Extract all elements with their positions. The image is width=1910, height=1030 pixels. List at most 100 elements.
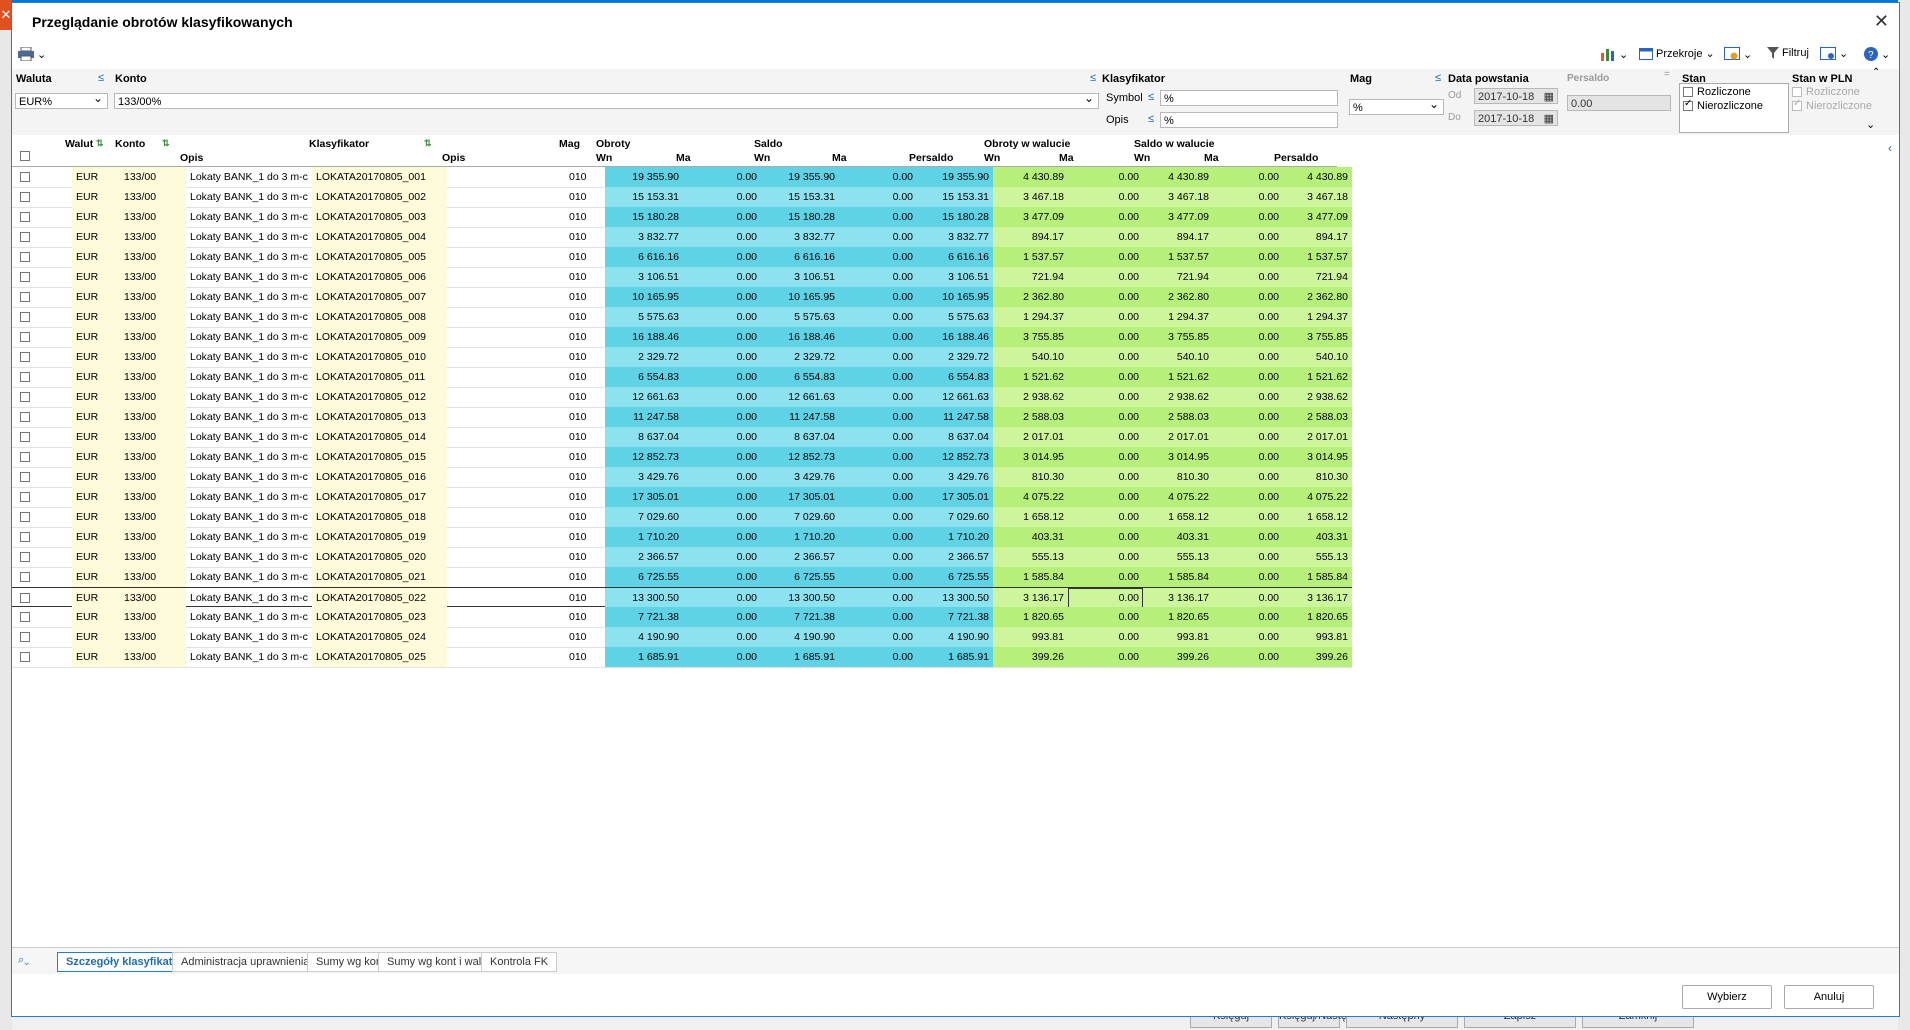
waluta-cell[interactable]: EUR	[72, 167, 120, 187]
saldo-wn-cell[interactable]: 5 575.63	[761, 307, 839, 327]
persaldo-cell[interactable]: 3 429.76	[917, 467, 993, 487]
obroty-wn-cell[interactable]: 12 661.63	[605, 387, 683, 407]
table-row[interactable]: EUR 133/00 Lokaty BANK_1 do 3 m-c LOKATA201…	[12, 347, 1352, 368]
mag-cell[interactable]: 010	[565, 427, 605, 447]
saldo-w-wn-cell[interactable]: 555.13	[1143, 547, 1213, 567]
obroty-w-ma-cell[interactable]: 0.00	[1068, 527, 1143, 547]
konto-cell[interactable]: 133/00	[120, 647, 186, 667]
opis-cell[interactable]: Lokaty BANK_1 do 3 m-c	[186, 167, 312, 187]
layout-button[interactable]: ⌄	[1820, 47, 1848, 60]
saldo-w-wn-cell[interactable]: 2 017.01	[1143, 427, 1213, 447]
saldo-wn-cell[interactable]: 6 725.55	[761, 567, 839, 587]
persaldo-cell[interactable]: 4 190.90	[917, 627, 993, 647]
checkbox[interactable]	[1683, 87, 1693, 98]
obroty-w-wn-cell[interactable]: 2 938.62	[993, 387, 1068, 407]
print-button[interactable]: ⌄	[18, 47, 46, 61]
saldo-wn-cell[interactable]: 4 190.90	[761, 627, 839, 647]
obroty-wn-cell[interactable]: 1 710.20	[605, 527, 683, 547]
konto-cell[interactable]: 133/00	[120, 427, 186, 447]
saldo-ma-cell[interactable]: 0.00	[839, 287, 917, 307]
saldo-w-ma-cell[interactable]: 0.00	[1213, 507, 1283, 527]
symbol-input[interactable]: %	[1160, 90, 1338, 106]
konto-cell[interactable]: 133/00	[120, 347, 186, 367]
row-checkbox-cell[interactable]	[12, 247, 52, 267]
obroty-w-wn-cell[interactable]: 403.31	[993, 527, 1068, 547]
persaldo-cell[interactable]: 11 247.58	[917, 407, 993, 427]
obroty-w-ma-cell[interactable]: 0.00	[1068, 267, 1143, 287]
saldo-ma-cell[interactable]: 0.00	[839, 467, 917, 487]
konto-cell[interactable]: 133/00	[120, 627, 186, 647]
col-klasyfikator[interactable]: Klasyfikator	[309, 138, 369, 150]
obroty-w-ma-cell[interactable]: 0.00	[1068, 467, 1143, 487]
opis-cell[interactable]: Lokaty BANK_1 do 3 m-c	[186, 307, 312, 327]
table-row[interactable]: EUR 133/00 Lokaty BANK_1 do 3 m-c LOKATA201…	[12, 607, 1352, 628]
mag-input[interactable]: %	[1349, 96, 1444, 115]
mag-cell[interactable]: 010	[565, 487, 605, 507]
row-checkbox-cell[interactable]	[12, 187, 52, 207]
obroty-wn-cell[interactable]: 12 852.73	[605, 447, 683, 467]
saldo-ma-cell[interactable]: 0.00	[839, 347, 917, 367]
klasyfikator-cell[interactable]: LOKATA20170805_001	[312, 167, 447, 187]
col-opis[interactable]: Opis	[180, 152, 203, 164]
waluta-cell[interactable]: EUR	[72, 627, 120, 647]
saldo-w-wn-cell[interactable]: 2 362.80	[1143, 287, 1213, 307]
mag-cell[interactable]: 010	[565, 447, 605, 467]
obroty-ma-cell[interactable]: 0.00	[683, 207, 761, 227]
obroty-wn-cell[interactable]: 8 637.04	[605, 427, 683, 447]
saldo-w-wn-cell[interactable]: 3 136.17	[1143, 588, 1213, 608]
col-obroty-wn[interactable]: Wn	[596, 152, 612, 164]
obroty-ma-cell[interactable]: 0.00	[683, 607, 761, 627]
table-row[interactable]: EUR 133/00 Lokaty BANK_1 do 3 m-c LOKATA201…	[12, 627, 1352, 648]
saldo-wn-cell[interactable]: 6 554.83	[761, 367, 839, 387]
persaldo-cell[interactable]: 8 637.04	[917, 427, 993, 447]
obroty-ma-cell[interactable]: 0.00	[683, 347, 761, 367]
obroty-wn-cell[interactable]: 13 300.50	[605, 588, 683, 608]
row-checkbox-cell[interactable]	[12, 227, 52, 247]
klasyfikator-cell[interactable]: LOKATA20170805_013	[312, 407, 447, 427]
saldo-w-persaldo-cell[interactable]: 4 430.89	[1283, 167, 1352, 187]
mag-cell[interactable]: 010	[565, 647, 605, 667]
saldo-w-persaldo-cell[interactable]: 2 588.03	[1283, 407, 1352, 427]
obroty-wn-cell[interactable]: 19 355.90	[605, 167, 683, 187]
klasyfikator-cell[interactable]: LOKATA20170805_004	[312, 227, 447, 247]
obroty-wn-cell[interactable]: 4 190.90	[605, 627, 683, 647]
mag-operator[interactable]: ≤	[1435, 72, 1441, 84]
mag-cell[interactable]: 010	[565, 588, 605, 608]
saldo-w-ma-cell[interactable]: 0.00	[1213, 447, 1283, 467]
table-row[interactable]: EUR 133/00 Lokaty BANK_1 do 3 m-c LOKATA201…	[12, 487, 1352, 508]
saldo-w-ma-cell[interactable]: 0.00	[1213, 627, 1283, 647]
obroty-w-wn-cell[interactable]: 4 075.22	[993, 487, 1068, 507]
saldo-w-ma-cell[interactable]: 0.00	[1213, 167, 1283, 187]
klasyfikator-cell[interactable]: LOKATA20170805_019	[312, 527, 447, 547]
obroty-ma-cell[interactable]: 0.00	[683, 447, 761, 467]
obroty-w-ma-cell[interactable]: 0.00	[1068, 507, 1143, 527]
saldo-ma-cell[interactable]: 0.00	[839, 407, 917, 427]
mag-cell[interactable]: 010	[565, 367, 605, 387]
saldo-wn-cell[interactable]: 10 165.95	[761, 287, 839, 307]
row-checkbox-cell[interactable]	[12, 507, 52, 527]
persaldo-cell[interactable]: 3 832.77	[917, 227, 993, 247]
saldo-w-persaldo-cell[interactable]: 993.81	[1283, 627, 1352, 647]
col-saldo-w-ma[interactable]: Ma	[1204, 152, 1219, 164]
saldo-ma-cell[interactable]: 0.00	[839, 367, 917, 387]
mag-cell[interactable]: 010	[565, 407, 605, 427]
row-checkbox[interactable]	[20, 392, 30, 403]
waluta-cell[interactable]: EUR	[72, 487, 120, 507]
col-konto[interactable]: Konto	[115, 138, 145, 150]
collapse-chevron-icon[interactable]: ⌄	[1866, 118, 1875, 131]
saldo-w-persaldo-cell[interactable]: 721.94	[1283, 267, 1352, 287]
saldo-wn-cell[interactable]: 17 305.01	[761, 487, 839, 507]
saldo-w-wn-cell[interactable]: 1 820.65	[1143, 607, 1213, 627]
mag-cell[interactable]: 010	[565, 547, 605, 567]
obroty-w-wn-cell[interactable]: 3 477.09	[993, 207, 1068, 227]
row-checkbox-cell[interactable]	[12, 207, 52, 227]
konto-cell[interactable]: 133/00	[120, 588, 186, 608]
obroty-ma-cell[interactable]: 0.00	[683, 467, 761, 487]
row-checkbox-cell[interactable]	[12, 588, 52, 608]
saldo-wn-cell[interactable]: 3 106.51	[761, 267, 839, 287]
saldo-w-wn-cell[interactable]: 1 585.84	[1143, 567, 1213, 587]
sort-icon[interactable]: ⇅	[96, 138, 104, 149]
obroty-ma-cell[interactable]: 0.00	[683, 187, 761, 207]
opis-cell[interactable]: Lokaty BANK_1 do 3 m-c	[186, 267, 312, 287]
table-row[interactable]: EUR 133/00 Lokaty BANK_1 do 3 m-c LOKATA201…	[12, 567, 1352, 588]
